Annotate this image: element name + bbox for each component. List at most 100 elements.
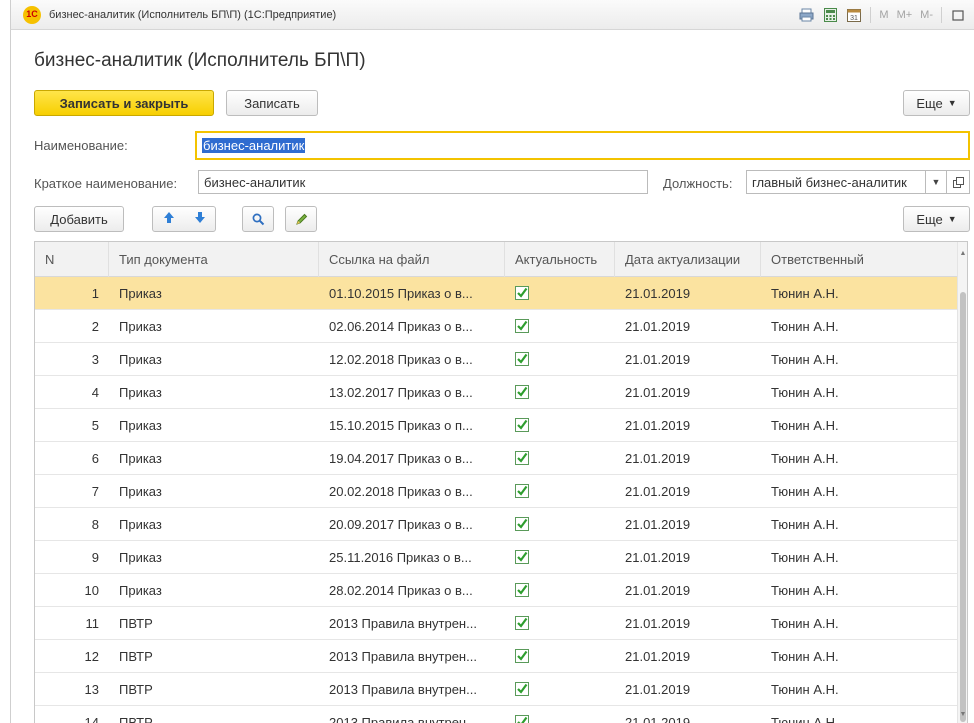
chevron-down-icon: ▼ — [931, 177, 941, 187]
cell-n: 5 — [91, 417, 99, 433]
memory-button[interactable]: M — [879, 9, 888, 21]
checkbox-checked-icon[interactable] — [515, 319, 529, 333]
memory-plus-button[interactable]: M+ — [897, 9, 913, 21]
cell-link[interactable]: 13.02.2017 Приказ о в... — [319, 376, 505, 408]
cell-actual[interactable] — [505, 343, 615, 375]
cell-link[interactable]: 19.04.2017 Приказ о в... — [319, 442, 505, 474]
move-up-icon[interactable] — [163, 211, 175, 227]
table-more-button[interactable]: Еще ▼ — [903, 206, 970, 232]
separator — [870, 7, 872, 23]
table-row[interactable]: 12 ПВТР 2013 Правила внутрен... 21.01.2019 Т… — [35, 640, 959, 673]
pencil-icon — [295, 213, 307, 225]
scrollbar-thumb[interactable] — [960, 292, 966, 722]
cell-link[interactable]: 20.02.2018 Приказ о в... — [319, 475, 505, 507]
cell-actual[interactable] — [505, 541, 615, 573]
cell-link[interactable]: 12.02.2018 Приказ о в... — [319, 343, 505, 375]
maximize-icon[interactable] — [950, 7, 966, 23]
cell-actual[interactable] — [505, 508, 615, 540]
column-header-date[interactable]: Дата актуализации — [615, 242, 761, 277]
checkbox-checked-icon[interactable] — [515, 418, 529, 432]
cell-actual[interactable] — [505, 640, 615, 672]
print-icon[interactable] — [798, 7, 814, 23]
column-header-responsible[interactable]: Ответственный — [761, 242, 959, 277]
table-row[interactable]: 14 ПВТР 2013 Правила внутрен... 21.01.2019 Т… — [35, 706, 959, 723]
short-name-input[interactable]: бизнес-аналитик — [198, 170, 648, 194]
column-header-n[interactable]: N — [35, 242, 109, 277]
memory-minus-button[interactable]: M- — [920, 9, 933, 21]
checkbox-checked-icon[interactable] — [515, 385, 529, 399]
vertical-scrollbar[interactable]: ▲ ▼ — [957, 242, 967, 723]
position-dropdown-button[interactable]: ▼ — [925, 170, 947, 194]
column-header-actual[interactable]: Актуальность — [505, 242, 615, 277]
column-header-type[interactable]: Тип документа — [109, 242, 319, 277]
cell-n: 9 — [91, 549, 99, 565]
cell-actual[interactable] — [505, 475, 615, 507]
checkbox-checked-icon[interactable] — [515, 583, 529, 597]
edit-button[interactable] — [285, 206, 317, 232]
table-row[interactable]: 9 Приказ 25.11.2016 Приказ о в... 21.01.201… — [35, 541, 959, 574]
cell-n: 8 — [91, 516, 99, 532]
calculator-icon[interactable] — [822, 7, 838, 23]
table-row[interactable]: 5 Приказ 15.10.2015 Приказ о п... 21.01.201… — [35, 409, 959, 442]
checkbox-checked-icon[interactable] — [515, 616, 529, 630]
cell-actual[interactable] — [505, 409, 615, 441]
cell-link[interactable]: 25.11.2016 Приказ о в... — [319, 541, 505, 573]
cell-actual[interactable] — [505, 673, 615, 705]
cell-date: 21.01.2019 — [625, 450, 691, 466]
checkbox-checked-icon[interactable] — [515, 451, 529, 465]
more-button[interactable]: Еще ▼ — [903, 90, 970, 116]
table-row[interactable]: 7 Приказ 20.02.2018 Приказ о в... 21.01.201… — [35, 475, 959, 508]
table-row[interactable]: 13 ПВТР 2013 Правила внутрен... 21.01.2019 Т… — [35, 673, 959, 706]
cell-actual[interactable] — [505, 310, 615, 342]
table-row[interactable]: 4 Приказ 13.02.2017 Приказ о в... 21.01.201… — [35, 376, 959, 409]
cell-actual[interactable] — [505, 277, 615, 309]
name-label: Наименование: — [34, 138, 128, 153]
table-row[interactable]: 10 Приказ 28.02.2014 Приказ о в... 21.01.20… — [35, 574, 959, 607]
calendar-icon[interactable]: 31 — [846, 7, 862, 23]
window-tools: 31 M M+ M- — [798, 0, 966, 30]
cell-responsible: Тюнин А.Н. — [771, 417, 839, 433]
cell-actual[interactable] — [505, 574, 615, 606]
checkbox-checked-icon[interactable] — [515, 682, 529, 696]
cell-actual[interactable] — [505, 442, 615, 474]
table-row[interactable]: 1 Приказ 01.10.2015 Приказ о в... 21.01.201… — [35, 277, 959, 310]
add-button[interactable]: Добавить — [34, 206, 124, 232]
checkbox-checked-icon[interactable] — [515, 484, 529, 498]
save-and-close-button[interactable]: Записать и закрыть — [34, 90, 214, 116]
checkbox-checked-icon[interactable] — [515, 715, 529, 723]
scroll-down-icon[interactable]: ▼ — [958, 711, 967, 718]
table-row[interactable]: 8 Приказ 20.09.2017 Приказ о в... 21.01.201… — [35, 508, 959, 541]
cell-link[interactable]: 2013 Правила внутрен... — [319, 607, 505, 639]
checkbox-checked-icon[interactable] — [515, 517, 529, 531]
table-row[interactable]: 11 ПВТР 2013 Правила внутрен... 21.01.2019 Т… — [35, 607, 959, 640]
checkbox-checked-icon[interactable] — [515, 286, 529, 300]
position-open-button[interactable] — [946, 170, 970, 194]
move-down-icon[interactable] — [194, 211, 206, 227]
table-row[interactable]: 6 Приказ 19.04.2017 Приказ о в... 21.01.201… — [35, 442, 959, 475]
name-input[interactable]: бизнес-аналитик — [195, 131, 970, 160]
position-input[interactable]: главный бизнес-аналитик — [746, 170, 926, 194]
cell-link[interactable]: 2013 Правила внутрен... — [319, 706, 505, 723]
cell-link[interactable]: 20.09.2017 Приказ о в... — [319, 508, 505, 540]
column-header-link[interactable]: Ссылка на файл — [319, 242, 505, 277]
cell-type: Приказ — [119, 318, 162, 334]
checkbox-checked-icon[interactable] — [515, 352, 529, 366]
cell-actual[interactable] — [505, 376, 615, 408]
cell-link[interactable]: 02.06.2014 Приказ о в... — [319, 310, 505, 342]
checkbox-checked-icon[interactable] — [515, 649, 529, 663]
cell-actual[interactable] — [505, 706, 615, 723]
name-value: бизнес-аналитик — [202, 138, 306, 153]
search-button[interactable] — [242, 206, 274, 232]
cell-link[interactable]: 01.10.2015 Приказ о в... — [319, 277, 505, 309]
cell-link[interactable]: 15.10.2015 Приказ о п... — [319, 409, 505, 441]
cell-link[interactable]: 2013 Правила внутрен... — [319, 640, 505, 672]
table-row[interactable]: 3 Приказ 12.02.2018 Приказ о в... 21.01.201… — [35, 343, 959, 376]
checkbox-checked-icon[interactable] — [515, 550, 529, 564]
cell-link[interactable]: 28.02.2014 Приказ о в... — [319, 574, 505, 606]
cell-actual[interactable] — [505, 607, 615, 639]
scroll-up-icon[interactable]: ▲ — [958, 250, 967, 257]
table-row[interactable]: 2 Приказ 02.06.2014 Приказ о в... 21.01.201… — [35, 310, 959, 343]
save-button[interactable]: Записать — [226, 90, 318, 116]
cell-responsible: Тюнин А.Н. — [771, 681, 839, 697]
cell-link[interactable]: 2013 Правила внутрен... — [319, 673, 505, 705]
